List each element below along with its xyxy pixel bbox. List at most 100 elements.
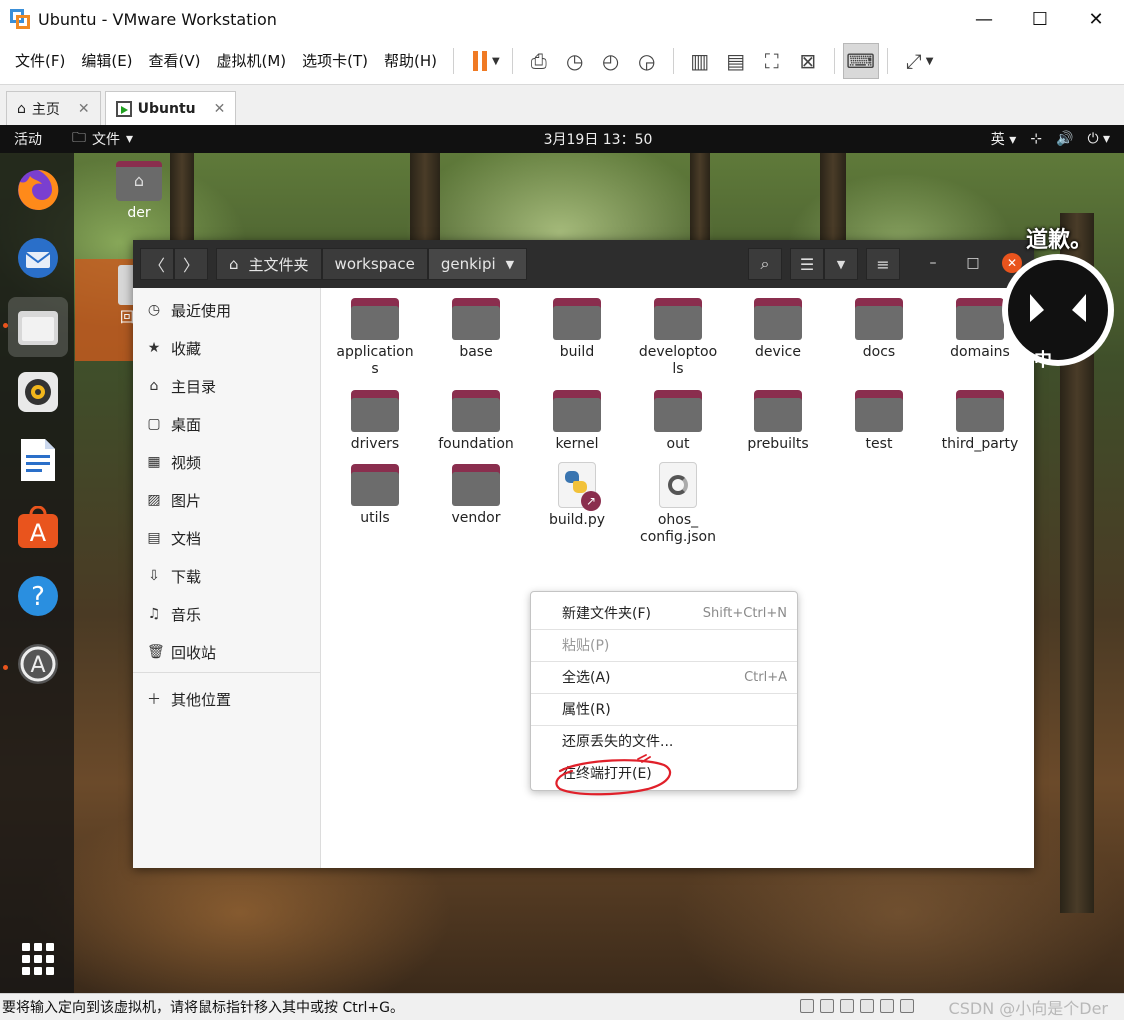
sidebar-item-starred[interactable]: ★ 收藏 bbox=[147, 336, 201, 360]
menu-item-paste[interactable]: 粘贴(P) bbox=[531, 629, 797, 661]
file-item[interactable]: device bbox=[728, 298, 828, 361]
tab-ubuntu-close-icon[interactable]: ✕ bbox=[214, 101, 226, 117]
file-item[interactable]: application s bbox=[325, 298, 425, 378]
software-center-icon[interactable]: A bbox=[13, 503, 63, 553]
file-item[interactable]: base bbox=[426, 298, 526, 361]
firefox-icon[interactable] bbox=[13, 165, 63, 215]
plus-icon: ＋ bbox=[147, 692, 161, 708]
console-view-icon[interactable]: ⌨ bbox=[842, 43, 879, 79]
tab-home-close-icon[interactable]: ✕ bbox=[78, 101, 90, 117]
back-button[interactable]: 〈 bbox=[140, 248, 174, 280]
full-screen-icon[interactable]: ⛶ bbox=[754, 43, 790, 79]
forward-button[interactable]: 〉 bbox=[174, 248, 208, 280]
breadcrumb-genkipi[interactable]: genkipi ▼ bbox=[427, 248, 528, 280]
file-item[interactable]: drivers bbox=[325, 390, 425, 453]
file-item[interactable]: utils bbox=[325, 464, 425, 527]
view-options-button[interactable]: ▼ bbox=[824, 248, 858, 280]
clock[interactable]: 3月19日 13：50 bbox=[0, 129, 1124, 149]
sidebar-item-recent[interactable]: ◷ 最近使用 bbox=[147, 298, 231, 322]
menu-item-open-in-terminal[interactable]: 在终端打开(E) bbox=[531, 757, 797, 789]
desktop-home-folder[interactable]: ⌂ der bbox=[112, 161, 166, 221]
rhythmbox-icon[interactable] bbox=[13, 367, 63, 417]
close-button[interactable]: ✕ bbox=[1068, 0, 1124, 38]
tab-home[interactable]: ⌂ 主页 ✕ bbox=[6, 91, 101, 125]
file-item[interactable]: vendor bbox=[426, 464, 526, 527]
stretch-dropdown-icon[interactable]: ▼ bbox=[926, 56, 934, 67]
power-icon[interactable]: ⏻ ▾ bbox=[1087, 131, 1110, 147]
help-icon[interactable]: ? bbox=[13, 571, 63, 621]
folder-icon bbox=[452, 464, 500, 506]
menu-edit[interactable]: 编辑(E) bbox=[73, 38, 140, 84]
picture-icon: ▨ bbox=[147, 492, 161, 508]
list-view-button[interactable]: ☰ bbox=[790, 248, 824, 280]
menu-button[interactable]: ≡ bbox=[866, 248, 900, 280]
show-applications-icon[interactable] bbox=[22, 943, 54, 975]
pause-icon bbox=[473, 51, 488, 71]
menu-help[interactable]: 帮助(H) bbox=[376, 38, 445, 84]
minimize-button[interactable]: — bbox=[956, 0, 1012, 38]
chevron-down-icon: ▼ bbox=[505, 257, 515, 271]
snapshot-icon[interactable]: ◷ bbox=[557, 43, 593, 79]
search-button[interactable]: ⌕ bbox=[748, 248, 782, 280]
sound-card-icon[interactable] bbox=[880, 999, 894, 1013]
file-item[interactable]: docs bbox=[829, 298, 929, 361]
file-name: build bbox=[559, 344, 595, 360]
sidebar-item-pictures[interactable]: ▨ 图片 bbox=[147, 488, 201, 512]
network-adapter-icon[interactable] bbox=[840, 999, 854, 1013]
menu-vm[interactable]: 虚拟机(M) bbox=[209, 38, 295, 84]
unity-icon[interactable]: ⊠ bbox=[790, 43, 826, 79]
sidebar-item-downloads[interactable]: ⇩ 下载 bbox=[147, 564, 201, 588]
file-item[interactable]: prebuilts bbox=[728, 390, 828, 453]
sidebar-item-videos[interactable]: ▦ 视频 bbox=[147, 450, 201, 474]
file-item[interactable]: kernel bbox=[527, 390, 627, 453]
pause-dropdown-icon[interactable]: ▼ bbox=[492, 56, 500, 67]
menu-view[interactable]: 查看(V) bbox=[141, 38, 209, 84]
files-icon[interactable] bbox=[8, 297, 68, 357]
show-library-icon[interactable]: ▥ bbox=[682, 43, 718, 79]
sidebar-item-other-locations[interactable]: ＋其他位置 bbox=[147, 687, 231, 711]
maximize-button[interactable]: ☐ bbox=[1012, 0, 1068, 38]
menu-tabs[interactable]: 选项卡(T) bbox=[294, 38, 376, 84]
menu-item-select-all[interactable]: 全选(A) Ctrl+A bbox=[531, 661, 797, 693]
menu-item-restore-missing[interactable]: 还原丢失的文件... bbox=[531, 725, 797, 757]
file-name: vendor bbox=[451, 510, 501, 526]
tab-home-label: 主页 bbox=[31, 101, 60, 118]
sidebar-item-desktop[interactable]: ▢ 桌面 bbox=[147, 412, 201, 436]
file-item[interactable]: ohos_ config.json bbox=[628, 462, 728, 546]
file-item[interactable]: out bbox=[628, 390, 728, 453]
printer-icon[interactable] bbox=[900, 999, 914, 1013]
breadcrumb-home[interactable]: ⌂ 主文件夹 bbox=[216, 248, 322, 280]
software-updater-icon[interactable]: A bbox=[13, 639, 63, 689]
file-item[interactable]: ↗ build.py bbox=[527, 462, 627, 529]
sidebar-item-home[interactable]: ⌂ 主目录 bbox=[147, 374, 216, 398]
file-item[interactable]: developtoo ls bbox=[628, 298, 728, 378]
file-item[interactable]: foundation bbox=[426, 390, 526, 453]
thunderbird-icon[interactable] bbox=[13, 233, 63, 283]
usb-icon[interactable] bbox=[860, 999, 874, 1013]
send-ctrl-alt-del-icon[interactable]: ⎙ bbox=[521, 43, 557, 79]
menu-item-properties[interactable]: 属性(R) bbox=[531, 693, 797, 725]
input-method-indicator[interactable]: 英 ▾ bbox=[991, 129, 1016, 149]
file-item[interactable]: third_party bbox=[930, 390, 1030, 453]
sidebar-item-trash[interactable]: 🗑 回收站 bbox=[147, 640, 216, 664]
cd-drive-icon[interactable] bbox=[820, 999, 834, 1013]
volume-icon[interactable]: 🔊 bbox=[1056, 131, 1073, 147]
menu-file[interactable]: 文件(F) bbox=[7, 38, 73, 84]
revert-snapshot-icon[interactable]: ◴ bbox=[593, 43, 629, 79]
window-minimize-button[interactable]: – bbox=[922, 255, 944, 271]
libreoffice-writer-icon[interactable] bbox=[13, 435, 63, 485]
snapshot-manager-icon[interactable]: ◶ bbox=[629, 43, 665, 79]
thumbnail-bar-icon[interactable]: ▤ bbox=[718, 43, 754, 79]
file-item[interactable]: test bbox=[829, 390, 929, 453]
sidebar-item-documents[interactable]: ▤ 文档 bbox=[147, 526, 201, 550]
tab-ubuntu[interactable]: Ubuntu ✕ bbox=[104, 91, 237, 125]
network-icon[interactable]: ⊹ bbox=[1030, 131, 1042, 147]
file-item[interactable]: build bbox=[527, 298, 627, 361]
sidebar-item-music[interactable]: ♫ 音乐 bbox=[147, 602, 201, 626]
guest-screen[interactable]: 活动 🗀 文件 ▾ 3月19日 13：50 英 ▾ ⊹ 🔊 ⏻ ▾ A ? A … bbox=[0, 125, 1124, 993]
window-maximize-button[interactable]: □ bbox=[962, 255, 984, 271]
breadcrumb-workspace[interactable]: workspace bbox=[321, 248, 428, 280]
menu-item-new-folder[interactable]: 新建文件夹(F) Shift+Ctrl+N bbox=[531, 597, 797, 629]
folder-icon bbox=[654, 390, 702, 432]
hard-disk-icon[interactable] bbox=[800, 999, 814, 1013]
